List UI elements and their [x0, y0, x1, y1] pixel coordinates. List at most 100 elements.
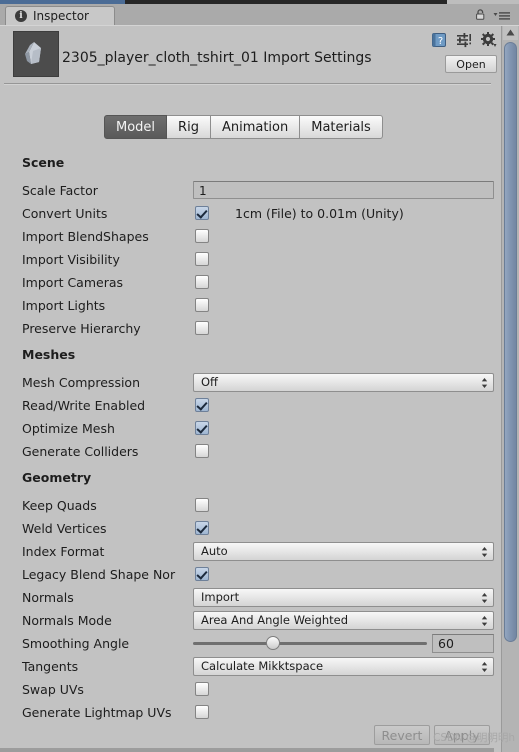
setting-row: Mesh Compression Off: [0, 372, 494, 395]
normals-dropdown-value: Import: [201, 590, 240, 604]
swap-uvs-label: Swap UVs: [22, 682, 84, 697]
index-format-label: Index Format: [22, 544, 105, 559]
tangents-dropdown[interactable]: Calculate Mikktspace: [193, 657, 494, 676]
import-lights-checkbox[interactable]: [195, 298, 209, 312]
tab-materials[interactable]: Materials: [300, 115, 383, 139]
import-visibility-checkbox[interactable]: [195, 252, 209, 266]
keep-quads-checkbox[interactable]: [195, 498, 209, 512]
generate-lightmap-uvs-label: Generate Lightmap UVs: [22, 705, 172, 720]
watermark: CSDN @明明明h: [433, 732, 515, 744]
weld-vertices-checkbox[interactable]: [195, 521, 209, 535]
section-title-meshes: Meshes: [22, 347, 76, 362]
preset-icon[interactable]: [456, 32, 472, 48]
setting-row: Normals Mode Area And Angle Weighted: [0, 610, 494, 633]
setting-row: Generate Colliders: [0, 441, 494, 464]
import-cameras-label: Import Cameras: [22, 275, 124, 290]
setting-row: Import Lights: [0, 295, 494, 318]
normals-mode-dropdown-value: Area And Angle Weighted: [201, 613, 349, 627]
index-format-dropdown[interactable]: Auto: [193, 542, 494, 561]
mesh-compression-dropdown[interactable]: Off: [193, 373, 494, 392]
read-write-enabled-label: Read/Write Enabled: [22, 398, 146, 413]
help-book-icon[interactable]: ?: [431, 32, 447, 48]
legacy-blend-shape-nor-label: Legacy Blend Shape Nor: [22, 567, 176, 582]
keep-quads-label: Keep Quads: [22, 498, 97, 513]
preserve-hierarchy-label: Preserve Hierarchy: [22, 321, 141, 336]
import-blendshapes-label: Import BlendShapes: [22, 229, 149, 244]
setting-row: Scale Factor 1: [0, 180, 494, 203]
setting-row: Read/Write Enabled: [0, 395, 494, 418]
setting-row: Import BlendShapes: [0, 226, 494, 249]
scale-factor-label: Scale Factor: [22, 183, 98, 198]
import-cameras-checkbox[interactable]: [195, 275, 209, 289]
mesh-compression-label: Mesh Compression: [22, 375, 140, 390]
generate-colliders-label: Generate Colliders: [22, 444, 139, 459]
lock-icon[interactable]: [475, 9, 486, 20]
tab-model[interactable]: Model: [104, 115, 168, 139]
vertical-scrollbar[interactable]: [501, 26, 519, 752]
generate-colliders-checkbox[interactable]: [195, 444, 209, 458]
mesh-compression-dropdown-value: Off: [201, 375, 218, 389]
page-title: 2305_player_cloth_tshirt_01 Import Setti…: [62, 50, 372, 66]
setting-row: Legacy Blend Shape Nor: [0, 564, 494, 587]
menu-icon[interactable]: [493, 10, 511, 20]
normals-mode-dropdown[interactable]: Area And Angle Weighted: [193, 611, 494, 630]
legacy-blend-shape-nor-checkbox[interactable]: [195, 567, 209, 581]
chevron-updown-icon: [481, 661, 488, 673]
inspector-tab[interactable]: i Inspector: [5, 6, 115, 25]
revert-button[interactable]: Revert: [374, 725, 430, 745]
scroll-up-arrow-icon[interactable]: [503, 26, 518, 40]
panel-bottom-edge: [0, 748, 494, 752]
setting-row: Optimize Mesh: [0, 418, 494, 441]
optimize-mesh-checkbox[interactable]: [195, 421, 209, 435]
inspector-tab-bar: i Inspector: [0, 4, 519, 26]
tab-animation[interactable]: Animation: [210, 115, 301, 139]
inspector-tab-label: Inspector: [33, 9, 89, 23]
setting-row: Keep Quads: [0, 495, 494, 518]
mesh-preview-thumbnail[interactable]: [13, 31, 59, 77]
smoothing-angle-slider-handle[interactable]: [266, 636, 280, 650]
tangents-dropdown-value: Calculate Mikktspace: [201, 659, 324, 673]
setting-row: Index Format Auto: [0, 541, 494, 564]
smoothing-angle-value-input[interactable]: 60: [432, 634, 494, 653]
smoothing-angle-label: Smoothing Angle: [22, 636, 130, 651]
header-icon-group: ?: [431, 32, 497, 48]
chevron-updown-icon: [481, 592, 488, 604]
info-icon: i: [15, 10, 27, 22]
setting-row: Import Cameras: [0, 272, 494, 295]
normals-mode-label: Normals Mode: [22, 613, 112, 628]
import-visibility-label: Import Visibility: [22, 252, 120, 267]
settings-tab-strip: Model Rig Animation Materials: [104, 115, 383, 139]
import-lights-label: Import Lights: [22, 298, 106, 313]
scrollbar-thumb[interactable]: [504, 42, 517, 642]
weld-vertices-label: Weld Vertices: [22, 521, 107, 536]
chevron-updown-icon: [481, 377, 488, 389]
setting-row: Convert Units 1cm (File) to 0.01m (Unity): [0, 203, 494, 226]
chevron-updown-icon: [481, 546, 488, 558]
scale-factor-input[interactable]: 1: [193, 181, 494, 199]
tab-rig[interactable]: Rig: [167, 115, 211, 139]
convert-units-label: Convert Units: [22, 206, 108, 221]
setting-row: Import Visibility: [0, 249, 494, 272]
asset-header: 2305_player_cloth_tshirt_01 Import Setti…: [0, 26, 519, 85]
gear-icon[interactable]: [481, 32, 497, 48]
normals-label: Normals: [22, 590, 74, 605]
setting-row: Weld Vertices: [0, 518, 494, 541]
section-title-geometry: Geometry: [22, 470, 92, 485]
import-blendshapes-checkbox[interactable]: [195, 229, 209, 243]
setting-row: Tangents Calculate Mikktspace: [0, 656, 494, 679]
chevron-updown-icon: [481, 615, 488, 627]
setting-row: Normals Import: [0, 587, 494, 610]
smoothing-angle-slider-track[interactable]: [193, 642, 427, 645]
normals-dropdown[interactable]: Import: [193, 588, 494, 607]
section-title-scene: Scene: [22, 155, 65, 170]
convert-units-checkbox[interactable]: [195, 206, 209, 220]
convert-units-note: 1cm (File) to 0.01m (Unity): [235, 206, 404, 221]
preserve-hierarchy-checkbox[interactable]: [195, 321, 209, 335]
read-write-enabled-checkbox[interactable]: [195, 398, 209, 412]
open-button[interactable]: Open: [445, 55, 497, 73]
index-format-dropdown-value: Auto: [201, 544, 228, 558]
generate-lightmap-uvs-checkbox[interactable]: [195, 705, 209, 719]
swap-uvs-checkbox[interactable]: [195, 682, 209, 696]
svg-text:?: ?: [438, 36, 443, 47]
inspector-panel: 2305_player_cloth_tshirt_01 Import Setti…: [0, 25, 519, 752]
